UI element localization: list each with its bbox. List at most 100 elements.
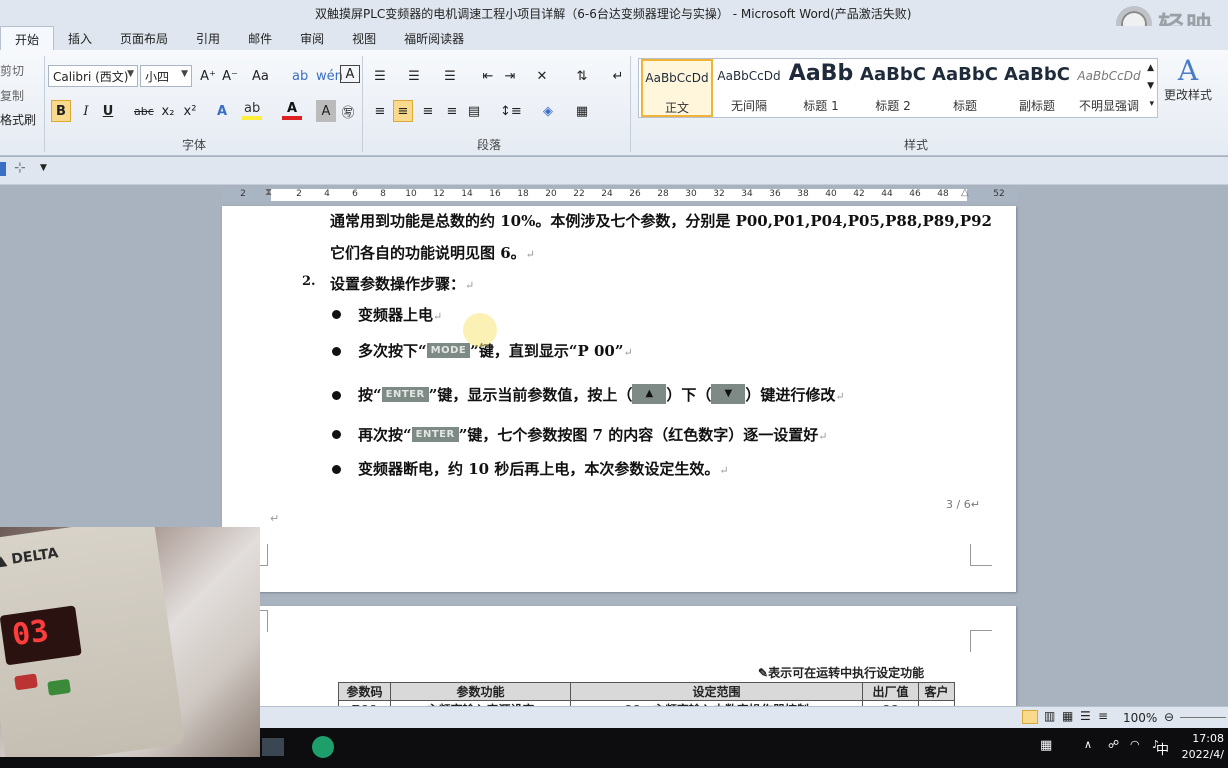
text-effect-icon[interactable]: A bbox=[212, 100, 232, 122]
numbering-icon[interactable]: ☰ bbox=[404, 65, 424, 87]
style-heading-1[interactable]: AaBb 标题 1 bbox=[785, 59, 857, 117]
zoom-level[interactable]: 100% bbox=[1123, 711, 1157, 725]
style-title[interactable]: AaBbC 标题 bbox=[929, 59, 1001, 117]
style-heading-2[interactable]: AaBbC 标题 2 bbox=[857, 59, 929, 117]
bold-button[interactable]: B bbox=[51, 100, 71, 122]
ruler-tick: 42 bbox=[853, 189, 865, 199]
reading-view-icon[interactable]: ▥ bbox=[1044, 709, 1055, 723]
style-name: 标题 1 bbox=[803, 99, 839, 113]
shading-icon[interactable]: ◈ bbox=[538, 100, 558, 122]
style-normal[interactable]: AaBbCcDd 正文 bbox=[641, 59, 713, 117]
bullet-text: ）下（ bbox=[666, 386, 712, 404]
gallery-scroll-up-icon[interactable]: ▲ bbox=[1147, 63, 1154, 73]
superscript-button[interactable]: x² bbox=[180, 100, 200, 122]
enclose-char-icon[interactable]: ㊢ bbox=[338, 100, 358, 122]
bullet-text: 再次按“ bbox=[358, 426, 412, 444]
show-marks-icon[interactable]: ↵ bbox=[608, 65, 628, 87]
italic-button[interactable]: I bbox=[76, 100, 96, 122]
change-styles-button[interactable]: A 更改样式 bbox=[1162, 56, 1214, 103]
ruler-tick: 46 bbox=[909, 189, 921, 199]
tab-foxit-reader[interactable]: 福昕阅读器 bbox=[390, 26, 478, 50]
device-green-button bbox=[47, 678, 71, 696]
grow-font-button[interactable]: A⁺ bbox=[198, 65, 218, 87]
align-center-icon[interactable]: ≡ bbox=[393, 100, 413, 122]
copy-button[interactable]: 复制 bbox=[0, 87, 24, 104]
tray-expand-icon[interactable]: ∧ bbox=[1084, 738, 1092, 751]
line-spacing-icon[interactable]: ↕≡ bbox=[498, 100, 524, 122]
ruler-tick: 18 bbox=[517, 189, 529, 199]
tab-insert[interactable]: 插入 bbox=[54, 26, 106, 50]
recorder-taskbar-icon[interactable] bbox=[312, 736, 334, 758]
multilevel-list-icon[interactable]: ☰ bbox=[440, 65, 460, 87]
indent-marker-icon[interactable]: ⧗ bbox=[265, 187, 272, 198]
draft-view-icon[interactable]: ≡ bbox=[1098, 709, 1108, 723]
tab-home[interactable]: 开始 bbox=[0, 26, 55, 50]
char-border-button[interactable]: A bbox=[340, 65, 360, 83]
increase-indent-icon[interactable]: ⇥ bbox=[500, 65, 520, 87]
style-subtitle[interactable]: AaBbC 副标题 bbox=[1001, 59, 1073, 117]
sort-icon[interactable]: ⇅ bbox=[572, 65, 592, 87]
web-layout-icon[interactable]: ▦ bbox=[1062, 709, 1073, 723]
undo-icon[interactable]: ⊹ bbox=[14, 160, 26, 176]
tab-page-layout[interactable]: 页面布局 bbox=[106, 26, 182, 50]
underline-button[interactable]: U bbox=[98, 100, 118, 122]
chinese-layout-icon[interactable]: ✕ bbox=[532, 65, 552, 87]
bullets-icon[interactable]: ☰ bbox=[370, 65, 390, 87]
style-no-spacing[interactable]: AaBbCcDd 无间隔 bbox=[713, 59, 785, 117]
horizontal-ruler[interactable]: 2 2 4 6 8 10 12 14 16 18 20 22 24 26 28 … bbox=[222, 187, 1018, 202]
char-shading-button[interactable]: A bbox=[316, 100, 336, 122]
gallery-more-icon[interactable]: ▾ bbox=[1149, 99, 1154, 109]
down-key-image: ▼ bbox=[711, 384, 746, 404]
zoom-out-icon[interactable]: ⊖ bbox=[1164, 710, 1174, 724]
wifi-icon[interactable]: ◠ bbox=[1130, 738, 1140, 751]
font-name-combo[interactable]: Calibri (西文) ▼ bbox=[48, 65, 138, 87]
runtime-setting-note: ✎表示可在运转中执行设定功能 bbox=[758, 664, 924, 681]
document-page[interactable]: 通常用到功能是总数的约 10%。本例涉及七个参数，分别是 P00,P01,P04… bbox=[222, 206, 1016, 592]
tab-view[interactable]: 视图 bbox=[338, 26, 390, 50]
tab-references[interactable]: 引用 bbox=[182, 26, 234, 50]
bullet-text: 按“ bbox=[358, 386, 382, 404]
decrease-indent-icon[interactable]: ⇤ bbox=[478, 65, 498, 87]
font-group-label: 字体 bbox=[182, 138, 207, 152]
align-right-icon[interactable]: ≡ bbox=[418, 100, 438, 122]
document-page-2[interactable]: ✎表示可在运转中执行设定功能 参数码 参数功能 设定范围 出厂值 客户 P00 … bbox=[222, 606, 1016, 710]
format-painter-button[interactable]: 格式刷 bbox=[0, 111, 36, 128]
shrink-font-button[interactable]: A⁻ bbox=[220, 65, 240, 87]
distribute-icon[interactable]: ▤ bbox=[464, 100, 484, 122]
save-icon[interactable] bbox=[0, 162, 6, 176]
word-taskbar-icon[interactable] bbox=[262, 738, 284, 756]
body-line-1: 通常用到功能是总数的约 10%。本例涉及七个参数，分别是 P00,P01,P04… bbox=[330, 212, 992, 230]
right-indent-marker-icon[interactable]: △ bbox=[961, 187, 969, 198]
tab-review[interactable]: 审阅 bbox=[286, 26, 338, 50]
change-case-button[interactable]: Aa bbox=[250, 65, 271, 87]
font-size-combo[interactable]: 小四 ▼ bbox=[140, 65, 192, 87]
style-name: 正文 bbox=[664, 101, 689, 115]
subscript-button[interactable]: x₂ bbox=[158, 100, 178, 122]
zoom-slider[interactable] bbox=[1180, 717, 1226, 718]
page-number: 3 / 6↵ bbox=[946, 498, 980, 511]
tab-mailings[interactable]: 邮件 bbox=[234, 26, 286, 50]
style-subtle-emphasis[interactable]: AaBbCcDd 不明显强调 bbox=[1073, 59, 1145, 117]
network-icon[interactable]: ☍ bbox=[1108, 738, 1119, 751]
bullet-item-5: 变频器断电，约 10 秒后再上电，本次参数设定生效。↵ bbox=[358, 458, 729, 479]
justify-icon[interactable]: ≡ bbox=[442, 100, 462, 122]
customize-toolbar-icon[interactable]: ▼ bbox=[40, 163, 47, 173]
paragraph-mark-icon: ↵ bbox=[719, 464, 729, 477]
borders-icon[interactable]: ▦ bbox=[572, 100, 592, 122]
style-sample: AaBbC bbox=[860, 64, 926, 85]
system-clock[interactable]: 17:08 2022/4/ bbox=[1182, 731, 1224, 763]
phonetic-guide-icon[interactable]: ab bbox=[290, 65, 310, 87]
print-layout-view-icon[interactable] bbox=[1022, 710, 1038, 724]
font-color-icon[interactable]: A bbox=[282, 100, 302, 120]
highlight-icon[interactable]: ab bbox=[242, 100, 263, 120]
outline-view-icon[interactable]: ☰ bbox=[1080, 709, 1091, 723]
device-led-display: 03 bbox=[0, 605, 82, 666]
gallery-scroll-down-icon[interactable]: ▼ bbox=[1147, 81, 1154, 91]
strikethrough-button[interactable]: abc bbox=[132, 100, 156, 122]
cut-button[interactable]: 剪切 bbox=[0, 62, 24, 79]
keyboard-grid-icon[interactable]: ▦ bbox=[1040, 738, 1052, 753]
align-left-icon[interactable]: ≡ bbox=[370, 100, 390, 122]
input-method-indicator[interactable]: 中 bbox=[1156, 739, 1169, 758]
ruler-tick: 22 bbox=[573, 189, 585, 199]
bullet-icon bbox=[332, 391, 341, 400]
